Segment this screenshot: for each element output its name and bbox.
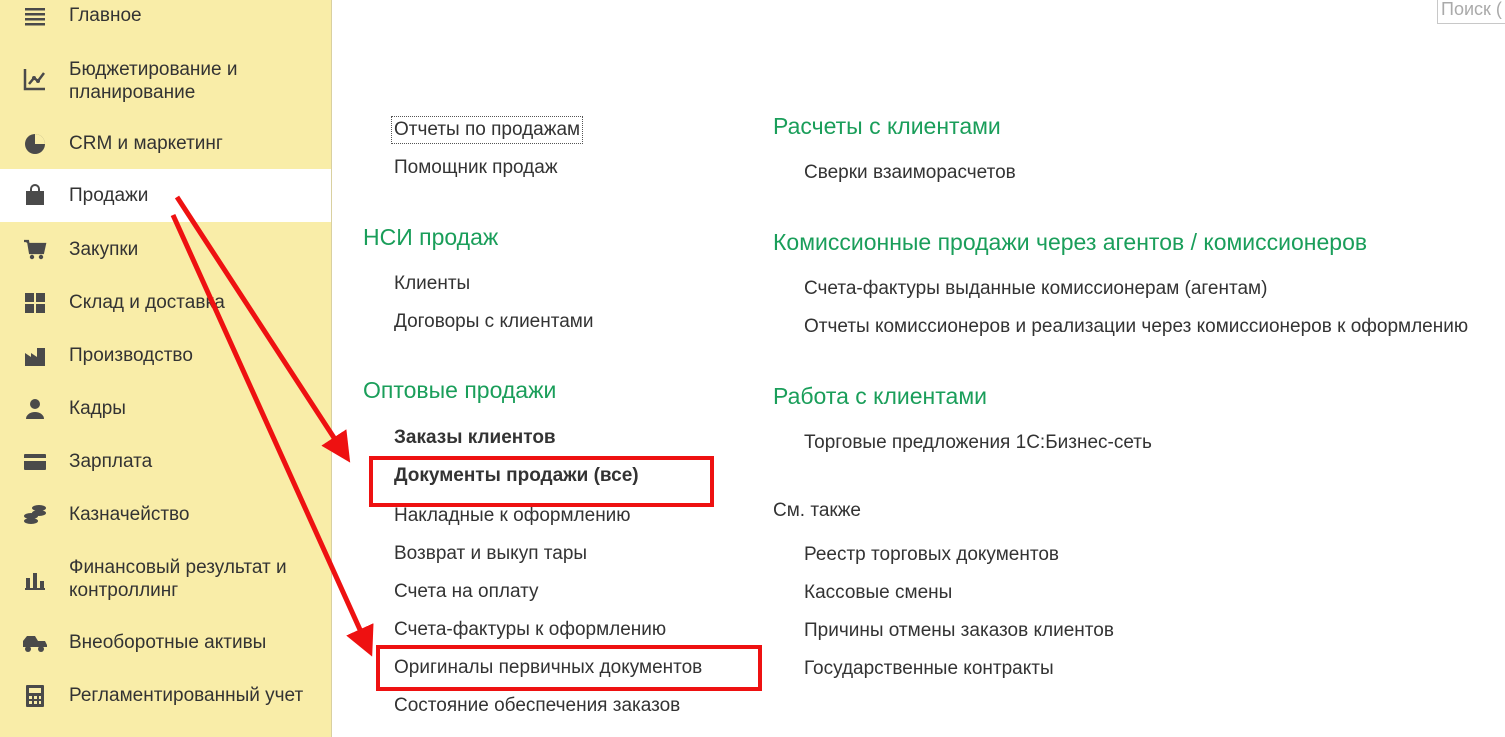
arrow-to-primary-documents [170, 213, 374, 657]
annotation-arrows [170, 195, 374, 657]
